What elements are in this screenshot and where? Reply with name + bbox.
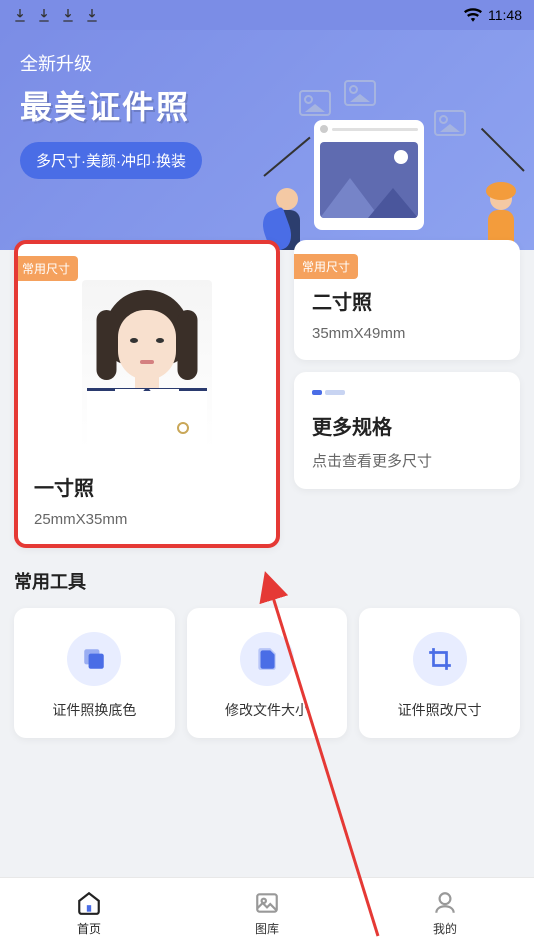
tool-label: 证件照换底色 — [52, 700, 136, 720]
card-title: 更多规格 — [312, 411, 502, 440]
card-subtitle: 点击查看更多尺寸 — [312, 450, 502, 471]
tool-label: 证件照改尺寸 — [398, 700, 482, 720]
card-title: 一寸照 — [34, 472, 260, 501]
tool-change-dimensions[interactable]: 证件照改尺寸 — [359, 608, 520, 738]
sample-id-photo — [82, 280, 212, 450]
tool-resize-file[interactable]: 修改文件大小 — [187, 608, 348, 738]
card-size: 35mmX49mm — [312, 325, 502, 342]
layers-icon — [67, 632, 121, 686]
header-features-pill: 多尺寸·美颜·冲印·换装 — [20, 142, 202, 179]
status-download-icons — [12, 7, 100, 23]
card-title: 二寸照 — [312, 286, 502, 315]
status-time: 11:48 — [488, 7, 522, 23]
bottom-navigation: 首页 图库 我的 — [0, 877, 534, 949]
decorative-bars — [312, 390, 502, 395]
download-icon — [60, 7, 76, 23]
download-icon — [84, 7, 100, 23]
wifi-icon — [464, 8, 482, 22]
nav-label: 首页 — [77, 920, 101, 937]
tool-label: 修改文件大小 — [225, 700, 309, 720]
common-size-badge: 常用尺寸 — [14, 256, 78, 281]
tools-section-title: 常用工具 — [14, 568, 520, 594]
document-icon — [240, 632, 294, 686]
gallery-icon — [254, 890, 280, 916]
common-size-badge: 常用尺寸 — [294, 254, 358, 279]
card-one-inch[interactable]: 常用尺寸 一寸照 25mmX35mm — [14, 240, 280, 548]
download-icon — [36, 7, 52, 23]
card-more-sizes[interactable]: 更多规格 点击查看更多尺寸 — [294, 372, 520, 489]
download-icon — [12, 7, 28, 23]
header-subtitle: 全新升级 — [20, 50, 514, 76]
card-size: 25mmX35mm — [34, 511, 260, 528]
header-illustration — [264, 80, 524, 250]
nav-gallery[interactable]: 图库 — [178, 878, 356, 949]
status-bar: 11:48 — [0, 0, 534, 30]
nav-mine[interactable]: 我的 — [356, 878, 534, 949]
nav-label: 我的 — [433, 920, 457, 937]
nav-home[interactable]: 首页 — [0, 878, 178, 949]
card-two-inch[interactable]: 常用尺寸 二寸照 35mmX49mm — [294, 240, 520, 360]
nav-label: 图库 — [255, 920, 279, 937]
crop-icon — [413, 632, 467, 686]
profile-icon — [432, 890, 458, 916]
header-banner: 全新升级 最美证件照 多尺寸·美颜·冲印·换装 — [0, 30, 534, 250]
tool-change-background[interactable]: 证件照换底色 — [14, 608, 175, 738]
home-icon — [76, 890, 102, 916]
